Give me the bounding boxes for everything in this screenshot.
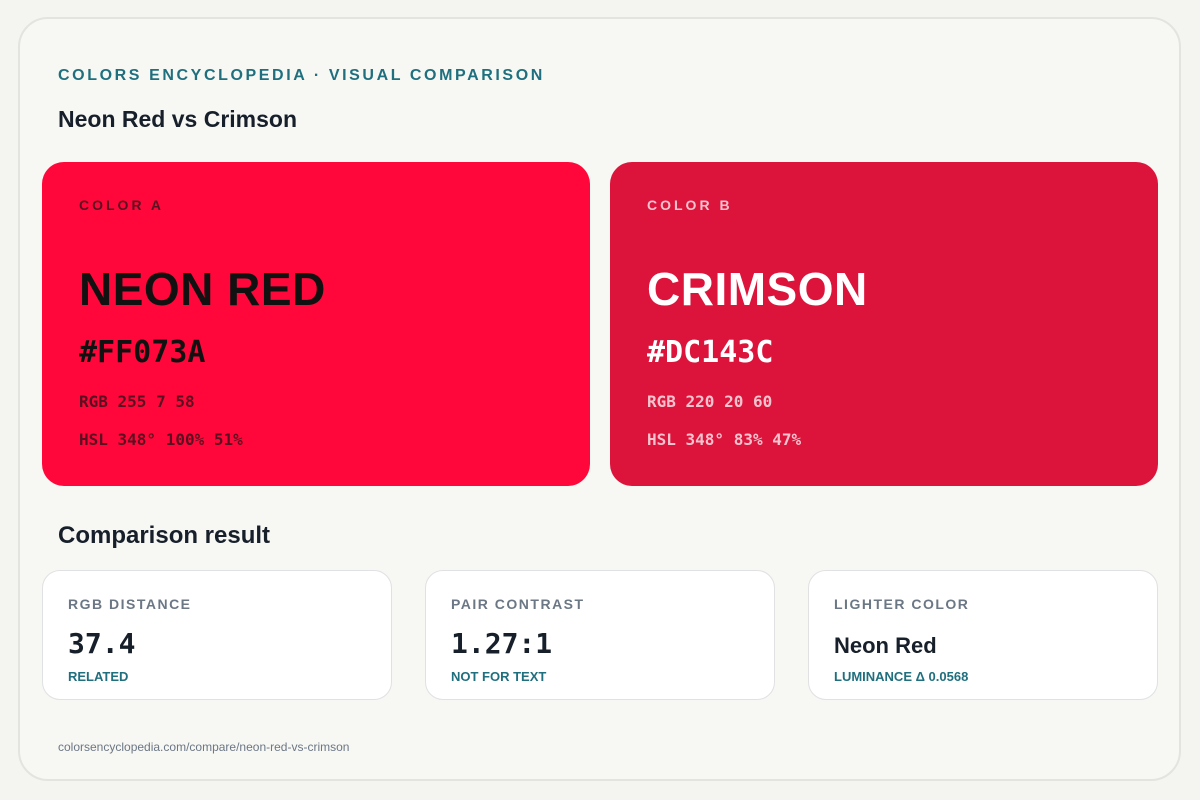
color-a-slot-label: COLOR A [79,197,165,213]
color-b-hex: #DC143C [647,335,774,370]
card-label: RGB DISTANCE [68,596,192,612]
color-a-hsl: HSL 348° 100% 51% [79,430,243,449]
color-a-rgb: RGB 255 7 58 [79,392,195,411]
card-value: Neon Red [834,633,937,658]
source-url[interactable]: colorsencyclopedia.com/compare/neon-red-… [58,740,349,754]
pair-contrast-card: PAIR CONTRAST 1.27:1 NOT FOR TEXT [425,570,775,700]
card-note: LUMINANCE Δ 0.0568 [834,669,969,684]
lighter-color-card: LIGHTER COLOR Neon Red LUMINANCE Δ 0.056… [808,570,1158,700]
card-value: 1.27:1 [451,627,553,660]
page-title: Neon Red vs Crimson [58,106,297,132]
card-note: RELATED [68,669,129,684]
card-note: NOT FOR TEXT [451,669,547,684]
color-b-hsl: HSL 348° 83% 47% [647,430,802,449]
card-label: PAIR CONTRAST [451,596,585,612]
color-b-swatch: COLOR B CRIMSON #DC143C RGB 220 20 60 HS… [610,162,1158,486]
color-a-name: NEON RED [79,263,326,315]
card-label: LIGHTER COLOR [834,596,970,612]
color-a-swatch: COLOR A NEON RED #FF073A RGB 255 7 58 HS… [42,162,590,486]
card-value: 37.4 [68,627,136,660]
eyebrow-label: COLORS ENCYCLOPEDIA · VISUAL COMPARISON [58,67,545,84]
color-a-hex: #FF073A [79,335,206,370]
color-b-name: CRIMSON [647,263,868,315]
comparison-section-title: Comparison result [58,522,271,549]
color-b-rgb: RGB 220 20 60 [647,392,773,411]
rgb-distance-card: RGB DISTANCE 37.4 RELATED [42,570,392,700]
color-b-slot-label: COLOR B [647,197,733,213]
